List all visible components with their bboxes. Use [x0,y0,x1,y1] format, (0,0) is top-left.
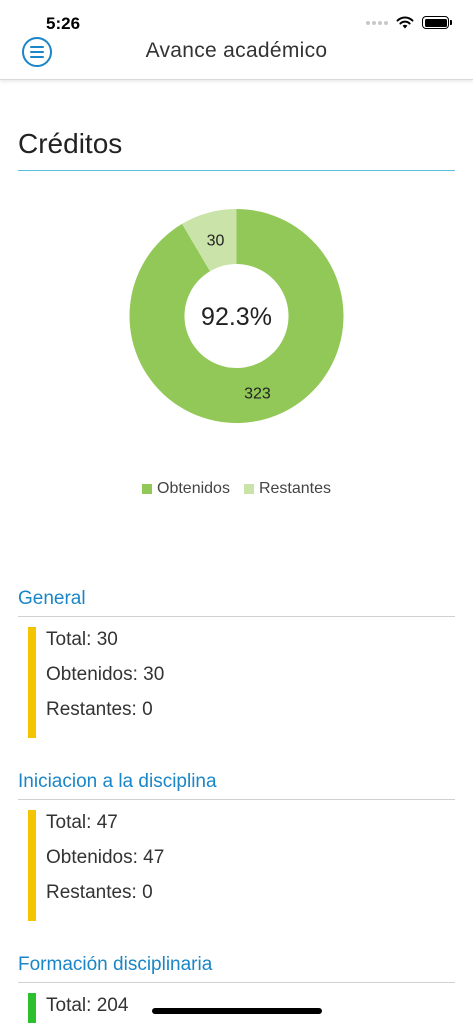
group-title-iniciacion: Iniciacion a la disciplina [18,771,455,800]
group-title-formacion: Formación disciplinaria [18,954,455,983]
status-bar: 5:26 [0,0,473,36]
group-body-formacion: Total: 204 [18,983,455,1024]
status-time: 5:26 [46,14,81,33]
group-color-bar [28,627,36,738]
slice-value-label: 30 [207,232,225,249]
group-color-bar [28,810,36,921]
group-color-bar [28,993,36,1023]
credits-donut-chart: 323 30 92.3% [0,190,473,450]
group-iniciacion: Iniciacion a la disciplina Total: 47 Obt… [18,771,455,921]
navigation-bar: Avance académico [0,36,473,80]
group-line-restantes: Restantes: 0 [46,882,153,903]
legend-label-obtenidos: Obtenidos [157,480,230,497]
donut-chart-svg: 323 30 92.3% [129,209,344,423]
group-body-iniciacion: Total: 47 Obtenidos: 47 Restantes: 0 [18,800,455,921]
status-icons [366,16,452,29]
cellular-signal-icon [366,20,388,25]
heading-divider [18,170,455,171]
chart-legend: Obtenidos Restantes [0,480,473,498]
legend-swatch-restantes [243,484,254,494]
group-line-total: Total: 30 [46,629,118,650]
battery-icon [422,16,452,29]
group-title-general: General [18,588,455,617]
group-body-general: Total: 30 Obtenidos: 30 Restantes: 0 [18,617,455,738]
legend-item-obtenidos: Obtenidos [142,480,230,498]
page-title: Avance académico [145,39,328,62]
wifi-icon [396,16,414,29]
group-line-total: Total: 47 [46,812,118,833]
donut-center-label: 92.3% [201,303,272,331]
legend-swatch-obtenidos [142,484,152,494]
home-indicator[interactable] [152,1008,322,1014]
group-line-obtenidos: Obtenidos: 30 [46,664,165,685]
credits-heading: Créditos [18,128,123,159]
group-line-obtenidos: Obtenidos: 47 [46,847,165,868]
group-general: General Total: 30 Obtenidos: 30 Restante… [18,588,455,738]
legend-item-restantes: Restantes [243,480,331,498]
group-line-restantes: Restantes: 0 [46,699,153,720]
slice-value-label: 323 [244,386,271,403]
legend-label-restantes: Restantes [258,480,331,497]
